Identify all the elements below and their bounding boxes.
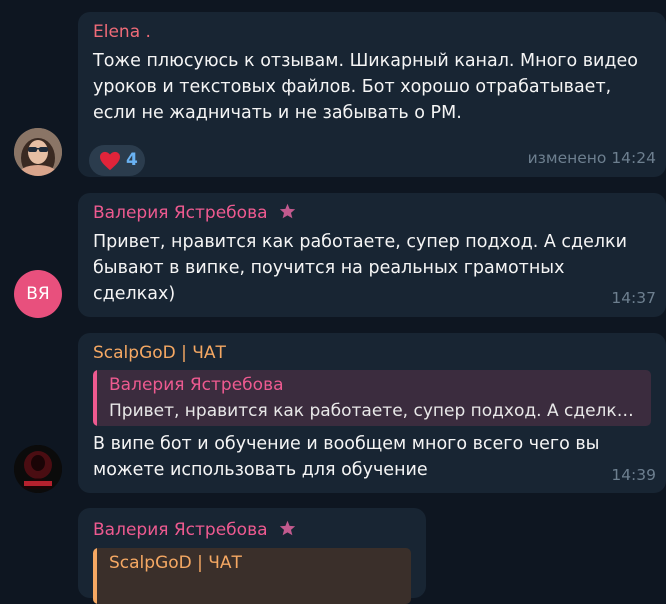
avatar-scalpgod[interactable] bbox=[14, 445, 62, 493]
reply-sender: Валерия Ястребова bbox=[109, 375, 284, 395]
premium-star-icon bbox=[279, 520, 296, 536]
message-bubble[interactable]: Валерия Ястребова ScalpGoD | ЧАТ bbox=[78, 508, 426, 604]
message-sender[interactable]: Валерия Ястребова bbox=[93, 520, 296, 540]
reply-bar bbox=[93, 370, 97, 426]
reply-sender: ScalpGoD | ЧАТ bbox=[109, 553, 242, 573]
message-time: изменено 14:24 bbox=[527, 149, 656, 167]
message-time: 14:39 bbox=[611, 466, 656, 484]
channel-logo-icon bbox=[14, 445, 62, 493]
reaction-count: 4 bbox=[126, 150, 138, 170]
avatar-initials: ВЯ bbox=[26, 284, 50, 304]
message-text: Тоже плюсуюсь к отзывам. Шикарный канал.… bbox=[93, 51, 639, 123]
sender-name: Валерия Ястребова bbox=[93, 203, 268, 223]
reply-bar bbox=[93, 548, 97, 604]
message-bubble[interactable]: ScalpGoD | ЧАТ Валерия Ястребова Привет,… bbox=[78, 333, 666, 493]
avatar-valeria[interactable]: ВЯ bbox=[14, 270, 62, 318]
message-sender[interactable]: ScalpGoD | ЧАТ bbox=[93, 343, 226, 363]
reply-quote[interactable]: ScalpGoD | ЧАТ bbox=[93, 548, 411, 604]
message-bubble[interactable]: Валерия Ястребова Привет, нравится как р… bbox=[78, 193, 666, 317]
message-sender[interactable]: Валерия Ястребова bbox=[93, 203, 296, 223]
message-sender[interactable]: Elena . bbox=[93, 22, 151, 42]
message-text: Привет, нравится как работаете, супер по… bbox=[93, 232, 627, 304]
avatar-elena[interactable] bbox=[14, 128, 62, 176]
premium-star-icon bbox=[279, 203, 296, 219]
reply-text: Привет, нравится как работаете, супер по… bbox=[109, 401, 641, 421]
message-text: В випе бот и обучение и вообщем много вс… bbox=[93, 434, 600, 480]
sender-name: Валерия Ястребова bbox=[93, 520, 268, 540]
user-photo-icon bbox=[14, 128, 62, 176]
message-bubble[interactable]: Elena . Тоже плюсуюсь к отзывам. Шикарны… bbox=[78, 12, 666, 177]
message-time: 14:37 bbox=[611, 289, 656, 307]
reaction-heart[interactable]: 4 bbox=[89, 145, 145, 176]
reply-quote[interactable]: Валерия Ястребова Привет, нравится как р… bbox=[93, 370, 651, 426]
heart-icon bbox=[100, 151, 120, 171]
